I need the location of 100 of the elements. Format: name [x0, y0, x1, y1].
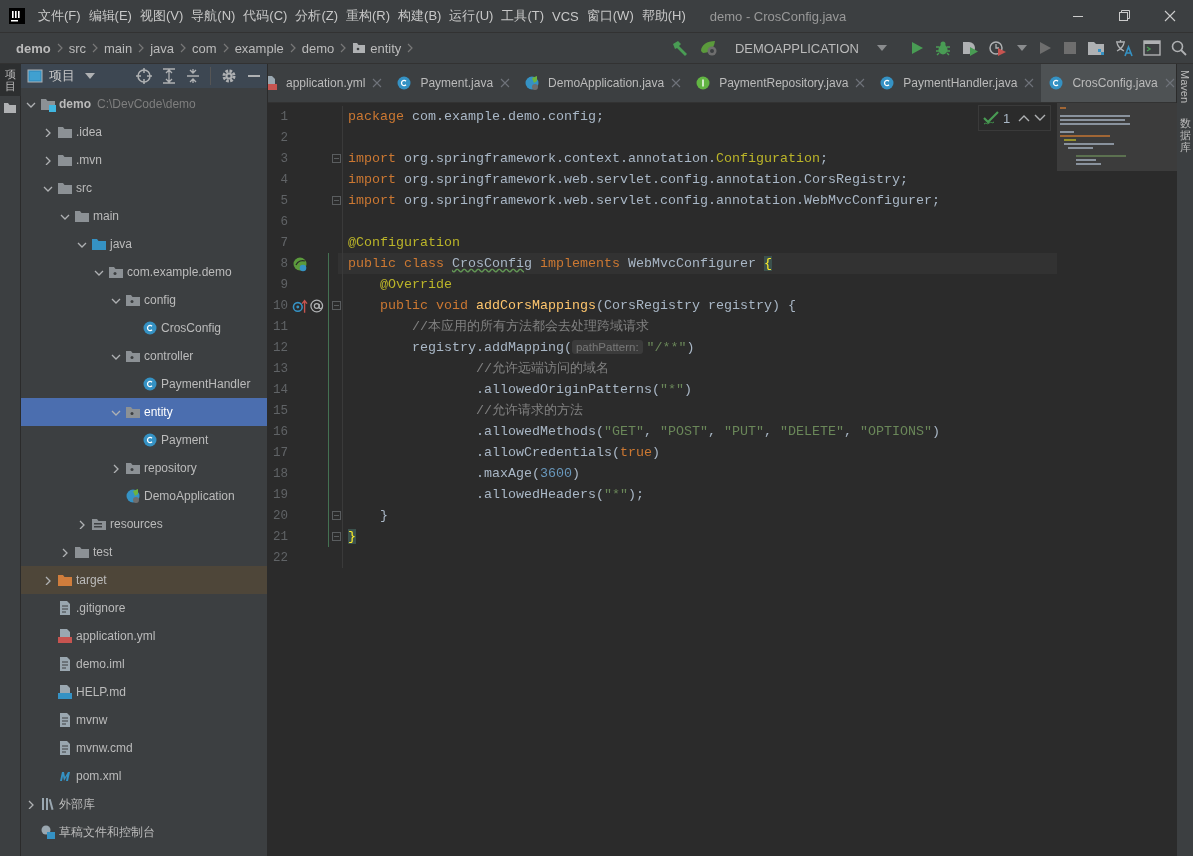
bug-icon[interactable]	[935, 40, 951, 56]
tree-item[interactable]: target	[21, 566, 267, 594]
run-icon[interactable]	[909, 40, 925, 56]
breadcrumb[interactable]: demo	[14, 40, 53, 56]
tree-item[interactable]: DemoApplication	[21, 482, 267, 510]
tree-item[interactable]: .gitignore	[21, 594, 267, 622]
tree-item[interactable]: resources	[21, 510, 267, 538]
tree-item[interactable]: 草稿文件和控制台	[21, 818, 267, 846]
chevron-up-icon[interactable]	[1018, 114, 1031, 122]
chevron-right-icon[interactable]	[60, 547, 70, 557]
menu-item[interactable]: 文件(F)	[34, 7, 85, 25]
folder-icon[interactable]	[1087, 40, 1105, 56]
breadcrumb[interactable]: com	[190, 40, 219, 56]
terminal-icon[interactable]	[1143, 40, 1161, 56]
editor-tab[interactable]: DemoApplication.java	[517, 64, 689, 102]
tree-item[interactable]: mvnw	[21, 706, 267, 734]
tree-item[interactable]: main	[21, 202, 267, 230]
tree-item[interactable]: PaymentHandler	[21, 370, 267, 398]
breadcrumb[interactable]: entity	[350, 40, 404, 56]
project-tool-tab[interactable]: 项目	[0, 64, 21, 97]
search-icon[interactable]	[1171, 40, 1187, 56]
tree-item[interactable]: repository	[21, 454, 267, 482]
expand-all-icon[interactable]	[162, 68, 176, 84]
editor-tab[interactable]: Payment.java	[389, 64, 518, 102]
menu-item[interactable]: 运行(U)	[445, 7, 498, 25]
chevron-right-icon[interactable]	[26, 799, 36, 809]
settings-icon[interactable]	[221, 68, 237, 84]
caret-icon[interactable]	[1017, 45, 1027, 51]
tree-item[interactable]: .idea	[21, 118, 267, 146]
tree-item[interactable]: src	[21, 174, 267, 202]
chevron-down-icon[interactable]	[1034, 114, 1047, 122]
chevron-right-icon[interactable]	[77, 519, 87, 529]
chevron-right-icon[interactable]	[43, 575, 53, 585]
menu-item[interactable]: 重构(R)	[342, 7, 395, 25]
line-number: 22	[272, 550, 288, 565]
menu-item[interactable]: VCS	[548, 8, 583, 24]
menu-item[interactable]: 窗口(W)	[582, 7, 638, 25]
chevron-right-icon[interactable]	[43, 127, 53, 137]
tool-window-tab[interactable]: Maven	[1179, 70, 1191, 104]
tree-item[interactable]: com.example.demo	[21, 258, 267, 286]
collapse-all-icon[interactable]	[186, 68, 200, 84]
app-logo-icon[interactable]	[9, 8, 25, 24]
coverage-icon[interactable]	[961, 40, 979, 56]
inspection-widget[interactable]: 1	[978, 105, 1052, 131]
tree-item[interactable]: HELP.md	[21, 678, 267, 706]
menu-item[interactable]: 分析(Z)	[291, 7, 342, 25]
tree-item[interactable]: demo.iml	[21, 650, 267, 678]
menu-item[interactable]: 代码(C)	[239, 7, 292, 25]
chevron-icon	[288, 42, 297, 54]
package-icon	[125, 460, 141, 476]
hammer-icon[interactable]	[671, 39, 689, 57]
tree-item[interactable]: java	[21, 230, 267, 258]
breadcrumb[interactable]: example	[232, 40, 286, 56]
tree-item[interactable]: test	[21, 538, 267, 566]
tree-item[interactable]: entity	[21, 398, 267, 426]
run-configuration-dropdown[interactable]: DEMOAPPLICATION	[729, 38, 893, 58]
menu-item[interactable]: 工具(T)	[497, 7, 549, 25]
at-sign-icon[interactable]	[308, 297, 324, 314]
path-text: C:\DevCode\demo	[97, 97, 196, 111]
menu-item[interactable]: 构建(B)	[394, 7, 446, 25]
menu-item[interactable]: 编辑(E)	[84, 7, 136, 25]
code-line: .allowedHeaders("*");	[474, 486, 644, 504]
line-number: 17	[272, 445, 288, 460]
editor-tab[interactable]: PaymentRepository.java	[688, 64, 873, 102]
breadcrumb[interactable]: demo	[299, 40, 337, 56]
chevron-right-icon[interactable]	[111, 463, 121, 473]
spring-run-icon[interactable]	[699, 39, 719, 57]
override-icon[interactable]	[292, 297, 308, 314]
breadcrumb[interactable]: main	[102, 40, 135, 56]
tree-item[interactable]: pom.xml	[21, 762, 267, 790]
line-number: 15	[272, 403, 288, 418]
tree-item[interactable]: mvnw.cmd	[21, 734, 267, 762]
editor-tab[interactable]: application.yml	[268, 64, 390, 102]
chevron-right-icon[interactable]	[43, 155, 53, 165]
editor-tab[interactable]: PaymentHandler.java	[872, 64, 1042, 102]
menu-item[interactable]: 帮助(H)	[637, 7, 690, 25]
editor-tab[interactable]: CrosConfig.java	[1041, 64, 1176, 102]
menu-item[interactable]: 视图(V)	[135, 7, 188, 25]
tree-item[interactable]: CrosConfig	[21, 314, 267, 342]
tree-item[interactable]: .mvn	[21, 146, 267, 174]
breadcrumb[interactable]: src	[66, 40, 88, 56]
tool-window-tab[interactable]: 数据库	[1179, 117, 1191, 154]
tree-item[interactable]: 外部库	[21, 790, 267, 818]
menu-item[interactable]: 导航(N)	[187, 7, 240, 25]
chevron-icon	[179, 42, 188, 54]
caret-icon[interactable]	[85, 73, 95, 79]
breadcrumb[interactable]: java	[148, 40, 177, 56]
tree-item[interactable]: application.yml	[21, 622, 267, 650]
profiler-icon[interactable]	[989, 40, 1007, 56]
spring-bean-icon[interactable]	[292, 255, 308, 272]
tree-item[interactable]: config	[21, 286, 267, 314]
class-icon	[1048, 75, 1065, 91]
translate-icon[interactable]	[1115, 39, 1133, 57]
tree-item[interactable]: demo C:\DevCode\demo	[21, 90, 267, 118]
panel-title[interactable]: 项目	[49, 67, 75, 85]
locate-icon[interactable]	[136, 68, 152, 84]
tree-item[interactable]: Payment	[21, 426, 267, 454]
folder-icon[interactable]	[4, 102, 16, 115]
tree-item[interactable]: controller	[21, 342, 267, 370]
folder-icon	[57, 152, 73, 168]
